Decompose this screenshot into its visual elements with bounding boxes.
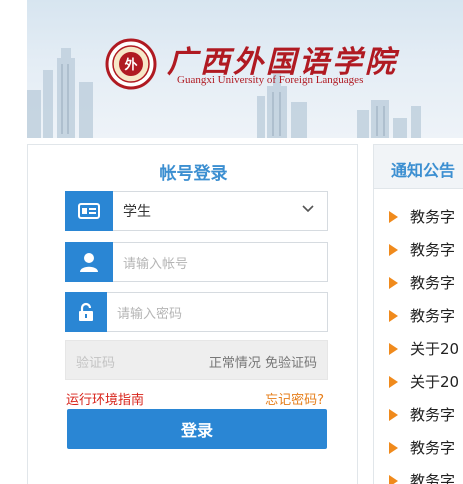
notice-item[interactable]: 教务字: [374, 266, 463, 299]
university-name-en: Guangxi University of Foreign Languages: [177, 74, 364, 86]
notice-item[interactable]: 教务字: [374, 299, 463, 332]
svg-text:外: 外: [123, 57, 137, 73]
id-card-icon: [65, 191, 113, 231]
account-row: 请输入帐号: [65, 242, 328, 282]
notice-item-text[interactable]: 教务字: [410, 404, 455, 425]
notice-item[interactable]: 教务字: [374, 464, 463, 484]
notice-item-text[interactable]: 关于20: [410, 338, 459, 359]
university-seal-logo: 外: [105, 38, 157, 90]
notice-title: 通知公告: [391, 161, 456, 180]
triangle-right-icon: [389, 243, 398, 256]
notice-header: 通知公告: [374, 145, 463, 189]
triangle-right-icon: [389, 276, 398, 289]
notice-item-text[interactable]: 教务字: [410, 305, 455, 326]
account-input[interactable]: 请输入帐号: [113, 242, 328, 282]
notice-item[interactable]: 关于20: [374, 332, 463, 365]
notice-item[interactable]: 教务字: [374, 431, 463, 464]
header-banner: 外 广西外国语学院 Guangxi University of Foreign …: [27, 0, 463, 138]
triangle-right-icon: [389, 441, 398, 454]
forgot-password-link[interactable]: 忘记密码?: [265, 389, 324, 408]
role-select-value[interactable]: 学生: [113, 191, 328, 231]
password-row: 请输入密码: [65, 292, 328, 332]
login-page: 外 广西外国语学院 Guangxi University of Foreign …: [0, 0, 463, 484]
notice-item-text[interactable]: 关于20: [410, 371, 459, 392]
triangle-right-icon: [389, 375, 398, 388]
captcha-placeholder: 验证码: [76, 356, 116, 371]
user-icon: [65, 242, 113, 282]
role-select[interactable]: 学生: [65, 191, 328, 231]
notice-item-text[interactable]: 教务字: [410, 437, 455, 458]
triangle-right-icon: [389, 342, 398, 355]
notice-item[interactable]: 教务字: [374, 200, 463, 233]
triangle-right-icon: [389, 474, 398, 484]
notice-item[interactable]: 教务字: [374, 398, 463, 431]
notice-item[interactable]: 关于20: [374, 365, 463, 398]
notice-item-text[interactable]: 教务字: [410, 470, 455, 484]
lock-icon: [65, 292, 107, 332]
password-input[interactable]: 请输入密码: [107, 292, 328, 332]
captcha-note: 正常情况 免验证码: [208, 356, 317, 371]
notice-item-text[interactable]: 教务字: [410, 272, 455, 293]
notice-item-text[interactable]: 教务字: [410, 206, 455, 227]
environment-guide-link[interactable]: 运行环境指南: [66, 389, 144, 408]
triangle-right-icon: [389, 309, 398, 322]
notice-item[interactable]: 教务字: [374, 233, 463, 266]
login-title: 帐号登录: [159, 164, 228, 184]
login-panel: 帐号登录 学生 请输入帐号 请输入密码 验证码 正常情况 免验证码 运行环境指南…: [27, 144, 358, 484]
login-button[interactable]: 登录: [67, 409, 327, 449]
notice-panel: 通知公告 教务字 教务字 教务字 教务字 关于20 关于20 教务字 教务字 教…: [373, 144, 463, 484]
notice-list: 教务字 教务字 教务字 教务字 关于20 关于20 教务字 教务字 教务字: [374, 200, 463, 484]
triangle-right-icon: [389, 210, 398, 223]
chevron-down-icon: [302, 205, 314, 213]
captcha-input[interactable]: 验证码 正常情况 免验证码: [65, 340, 328, 380]
notice-item-text[interactable]: 教务字: [410, 239, 455, 260]
triangle-right-icon: [389, 408, 398, 421]
